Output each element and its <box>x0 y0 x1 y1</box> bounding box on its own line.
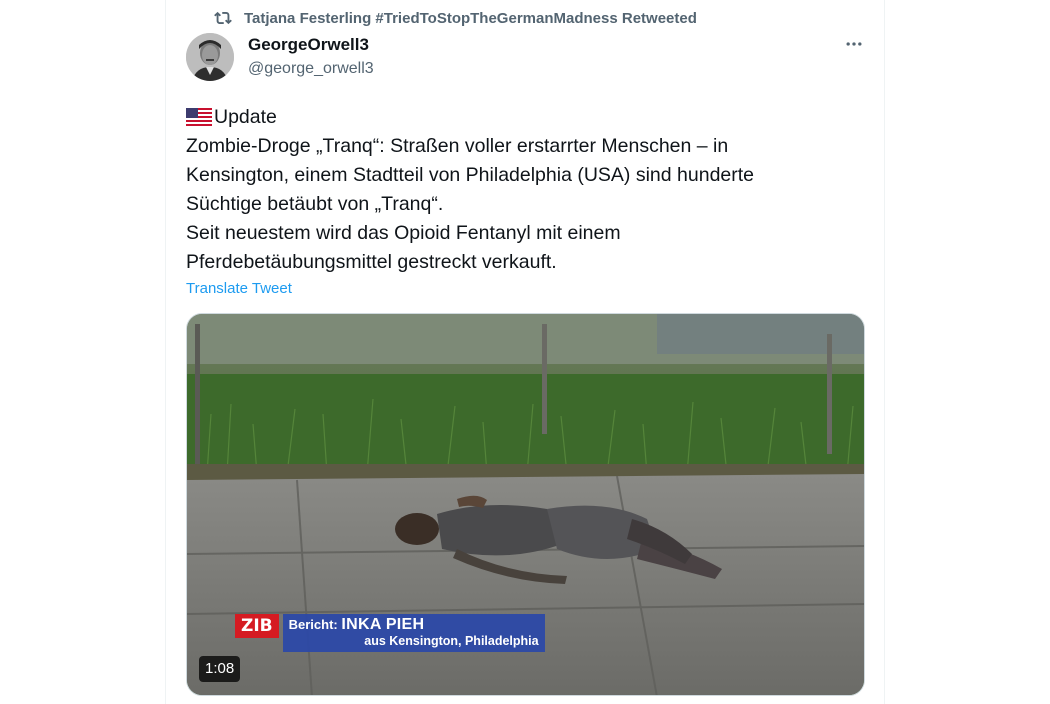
caption-prefix: Bericht: <box>288 617 338 632</box>
more-icon <box>846 42 862 46</box>
tweet-line-6: Pferdebetäubungsmittel gestreckt verkauf… <box>186 251 557 273</box>
reporter-caption: Bericht: INKA PIEH aus Kensington, Phila… <box>282 614 545 652</box>
more-options-button[interactable] <box>838 30 870 58</box>
tweet-card: Tatjana Festerling #TriedToStopTheGerman… <box>165 0 885 704</box>
tweet-line-5: Seit neuestem wird das Opioid Fentanyl m… <box>186 222 621 244</box>
tweet-text: Update Zombie-Droge „Tranq“: Straßen vol… <box>186 103 826 277</box>
translate-tweet-link[interactable]: Translate Tweet <box>186 280 292 297</box>
video-duration-badge: 1:08 <box>199 656 241 682</box>
caption-name: INKA PIEH <box>341 616 425 633</box>
author-handle[interactable]: @george_orwell3 <box>248 60 374 78</box>
retweet-text: Tatjana Festerling #TriedToStopTheGerman… <box>244 9 697 27</box>
tweet-line-4: Süchtige betäubt von „Tranq“. <box>186 193 444 215</box>
retweet-indicator[interactable]: Tatjana Festerling #TriedToStopTheGerman… <box>214 8 697 28</box>
tweet-line-1: Update <box>186 103 826 132</box>
author-name[interactable]: GeorgeOrwell3 <box>248 35 369 55</box>
video-player[interactable]: ZIB Bericht: INKA PIEH aus Kensington, P… <box>186 313 865 696</box>
news-lower-third: ZIB Bericht: INKA PIEH aus Kensington, P… <box>235 614 545 652</box>
us-flag-icon <box>186 108 212 126</box>
retweet-icon <box>214 11 232 25</box>
tweet-line-2: Zombie-Droge „Tranq“: Straßen voller ers… <box>186 135 729 157</box>
caption-location: aus Kensington, Philadelphia <box>364 634 539 648</box>
tweet-line-3: Kensington, einem Stadtteil von Philadel… <box>186 164 755 186</box>
avatar[interactable] <box>186 33 234 81</box>
zib-logo: ZIB <box>235 614 279 638</box>
